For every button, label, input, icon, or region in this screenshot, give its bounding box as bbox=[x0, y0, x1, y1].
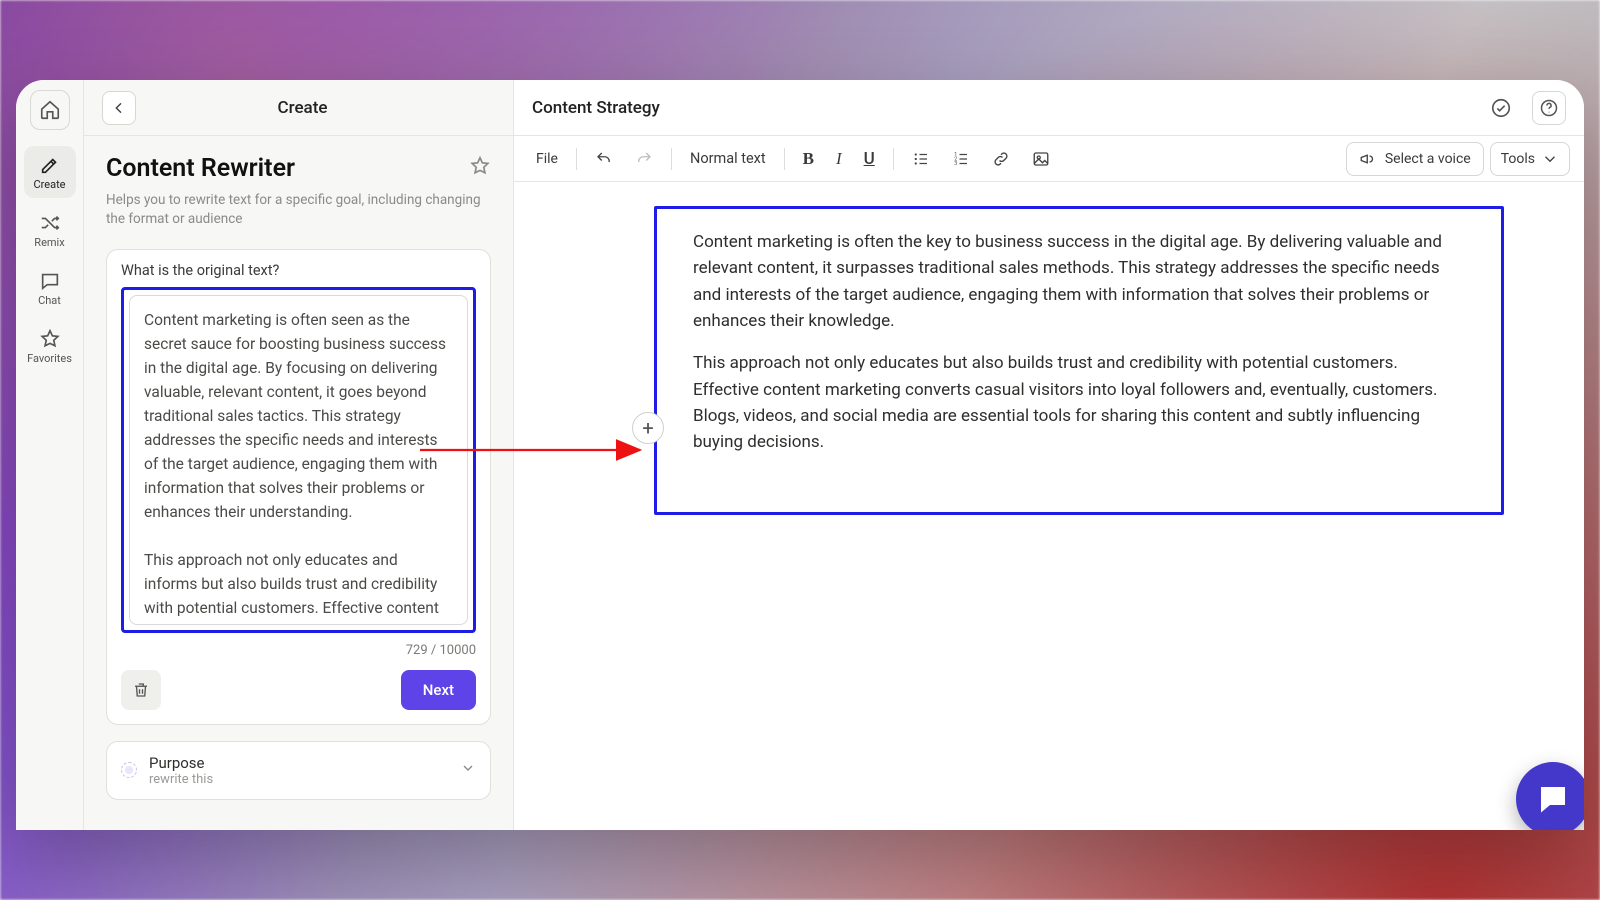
chat-bubble-icon bbox=[1535, 781, 1571, 817]
nav-rail: Create Remix Chat Favorites bbox=[16, 80, 84, 830]
pencil-icon bbox=[39, 154, 61, 176]
output-highlight-box: Content marketing is often the key to bu… bbox=[654, 206, 1504, 515]
editor-toolbar: File Normal text B I U 123 bbox=[514, 136, 1584, 182]
list-bullet-icon bbox=[912, 150, 930, 168]
check-circle-icon bbox=[1490, 97, 1512, 119]
rail-remix-label: Remix bbox=[34, 236, 64, 249]
rail-create-label: Create bbox=[33, 178, 65, 191]
rail-home[interactable] bbox=[30, 90, 70, 130]
trash-icon bbox=[132, 681, 150, 699]
rail-favorites-label: Favorites bbox=[27, 352, 72, 365]
numbered-list-button[interactable]: 123 bbox=[944, 143, 978, 175]
left-panel: Create Content Rewriter Helps you to rew… bbox=[84, 80, 514, 830]
redo-icon bbox=[635, 150, 653, 168]
document-title: Content Strategy bbox=[532, 98, 1470, 118]
megaphone-icon bbox=[1359, 150, 1377, 168]
list-numbered-icon: 123 bbox=[952, 150, 970, 168]
check-button[interactable] bbox=[1484, 91, 1518, 125]
shuffle-icon bbox=[39, 212, 61, 234]
purpose-status-icon bbox=[121, 762, 137, 778]
tool-subtitle: Helps you to rewrite text for a specific… bbox=[106, 191, 491, 229]
chevron-down-icon bbox=[460, 760, 476, 780]
original-text-highlight: Content marketing is often seen as the s… bbox=[121, 287, 476, 633]
back-button[interactable] bbox=[102, 91, 136, 125]
link-icon bbox=[992, 150, 1010, 168]
app-window: Create Remix Chat Favorites Create Conte… bbox=[16, 80, 1584, 830]
add-block-button[interactable]: + bbox=[632, 412, 664, 444]
undo-icon bbox=[595, 150, 613, 168]
chat-fab[interactable] bbox=[1516, 762, 1584, 830]
purpose-card[interactable]: Purpose rewrite this bbox=[106, 741, 491, 800]
image-icon bbox=[1032, 150, 1050, 168]
left-header-title: Create bbox=[150, 98, 495, 118]
rail-chat-label: Chat bbox=[38, 294, 61, 307]
rail-chat[interactable]: Chat bbox=[24, 262, 76, 314]
italic-button[interactable]: I bbox=[828, 143, 850, 175]
file-menu[interactable]: File bbox=[528, 143, 566, 175]
select-voice-button[interactable]: Select a voice bbox=[1346, 142, 1484, 176]
original-text-label: What is the original text? bbox=[121, 262, 476, 279]
help-button[interactable] bbox=[1532, 91, 1566, 125]
char-counter: 729 / 10000 bbox=[121, 643, 476, 658]
output-paragraph-1[interactable]: Content marketing is often the key to bu… bbox=[693, 229, 1465, 334]
link-button[interactable] bbox=[984, 143, 1018, 175]
chevron-left-icon bbox=[111, 100, 127, 116]
star-icon bbox=[39, 328, 61, 350]
original-text-card: What is the original text? Content marke… bbox=[106, 249, 491, 725]
purpose-value: rewrite this bbox=[149, 772, 448, 787]
left-header: Create bbox=[84, 80, 513, 136]
help-icon bbox=[1539, 98, 1559, 118]
bullet-list-button[interactable] bbox=[904, 143, 938, 175]
image-button[interactable] bbox=[1024, 143, 1058, 175]
undo-button[interactable] bbox=[587, 143, 621, 175]
home-icon bbox=[39, 99, 61, 121]
right-header: Content Strategy bbox=[514, 80, 1584, 136]
select-voice-label: Select a voice bbox=[1385, 151, 1471, 167]
right-panel: Content Strategy File Normal text B I U bbox=[514, 80, 1584, 830]
rail-remix[interactable]: Remix bbox=[24, 204, 76, 256]
tools-label: Tools bbox=[1501, 151, 1535, 167]
left-body: Content Rewriter Helps you to rewrite te… bbox=[84, 136, 513, 830]
tools-menu[interactable]: Tools bbox=[1490, 142, 1570, 176]
rail-favorites[interactable]: Favorites bbox=[24, 320, 76, 372]
underline-button[interactable]: U bbox=[856, 143, 883, 175]
chevron-down-icon bbox=[1541, 150, 1559, 168]
chat-icon bbox=[39, 270, 61, 292]
bold-button[interactable]: B bbox=[795, 143, 822, 175]
editor-canvas[interactable]: Content marketing is often the key to bu… bbox=[514, 182, 1584, 830]
favorite-toggle[interactable] bbox=[469, 155, 491, 183]
tool-title: Content Rewriter bbox=[106, 154, 469, 183]
original-text-input[interactable]: Content marketing is often seen as the s… bbox=[129, 295, 468, 625]
star-outline-icon bbox=[469, 155, 491, 177]
text-style-select[interactable]: Normal text bbox=[682, 143, 774, 175]
rail-create[interactable]: Create bbox=[24, 146, 76, 198]
next-button[interactable]: Next bbox=[401, 670, 476, 710]
purpose-title: Purpose bbox=[149, 754, 448, 772]
redo-button[interactable] bbox=[627, 143, 661, 175]
svg-text:3: 3 bbox=[954, 161, 957, 167]
output-paragraph-2[interactable]: This approach not only educates but also… bbox=[693, 350, 1465, 455]
delete-button[interactable] bbox=[121, 670, 161, 710]
